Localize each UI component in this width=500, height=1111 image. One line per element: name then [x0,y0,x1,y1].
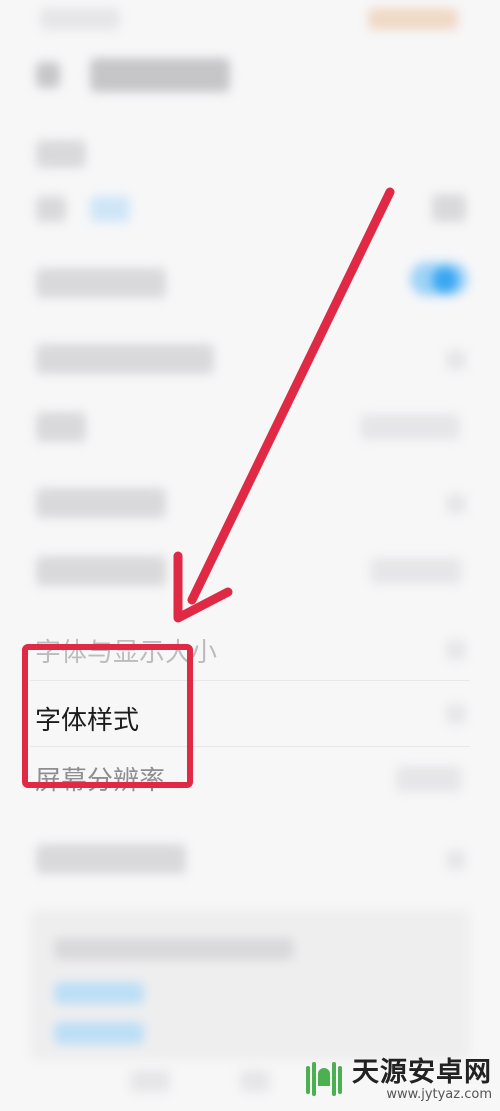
android-logo-icon [306,1062,342,1096]
watermark-url: www.jytyaz.com [386,1087,492,1102]
watermark: 天源安卓网 www.jytyaz.com [302,1055,492,1105]
watermark-title: 天源安卓网 [352,1057,492,1088]
arrow-shaft [187,187,395,605]
annotation-arrow [173,187,395,623]
